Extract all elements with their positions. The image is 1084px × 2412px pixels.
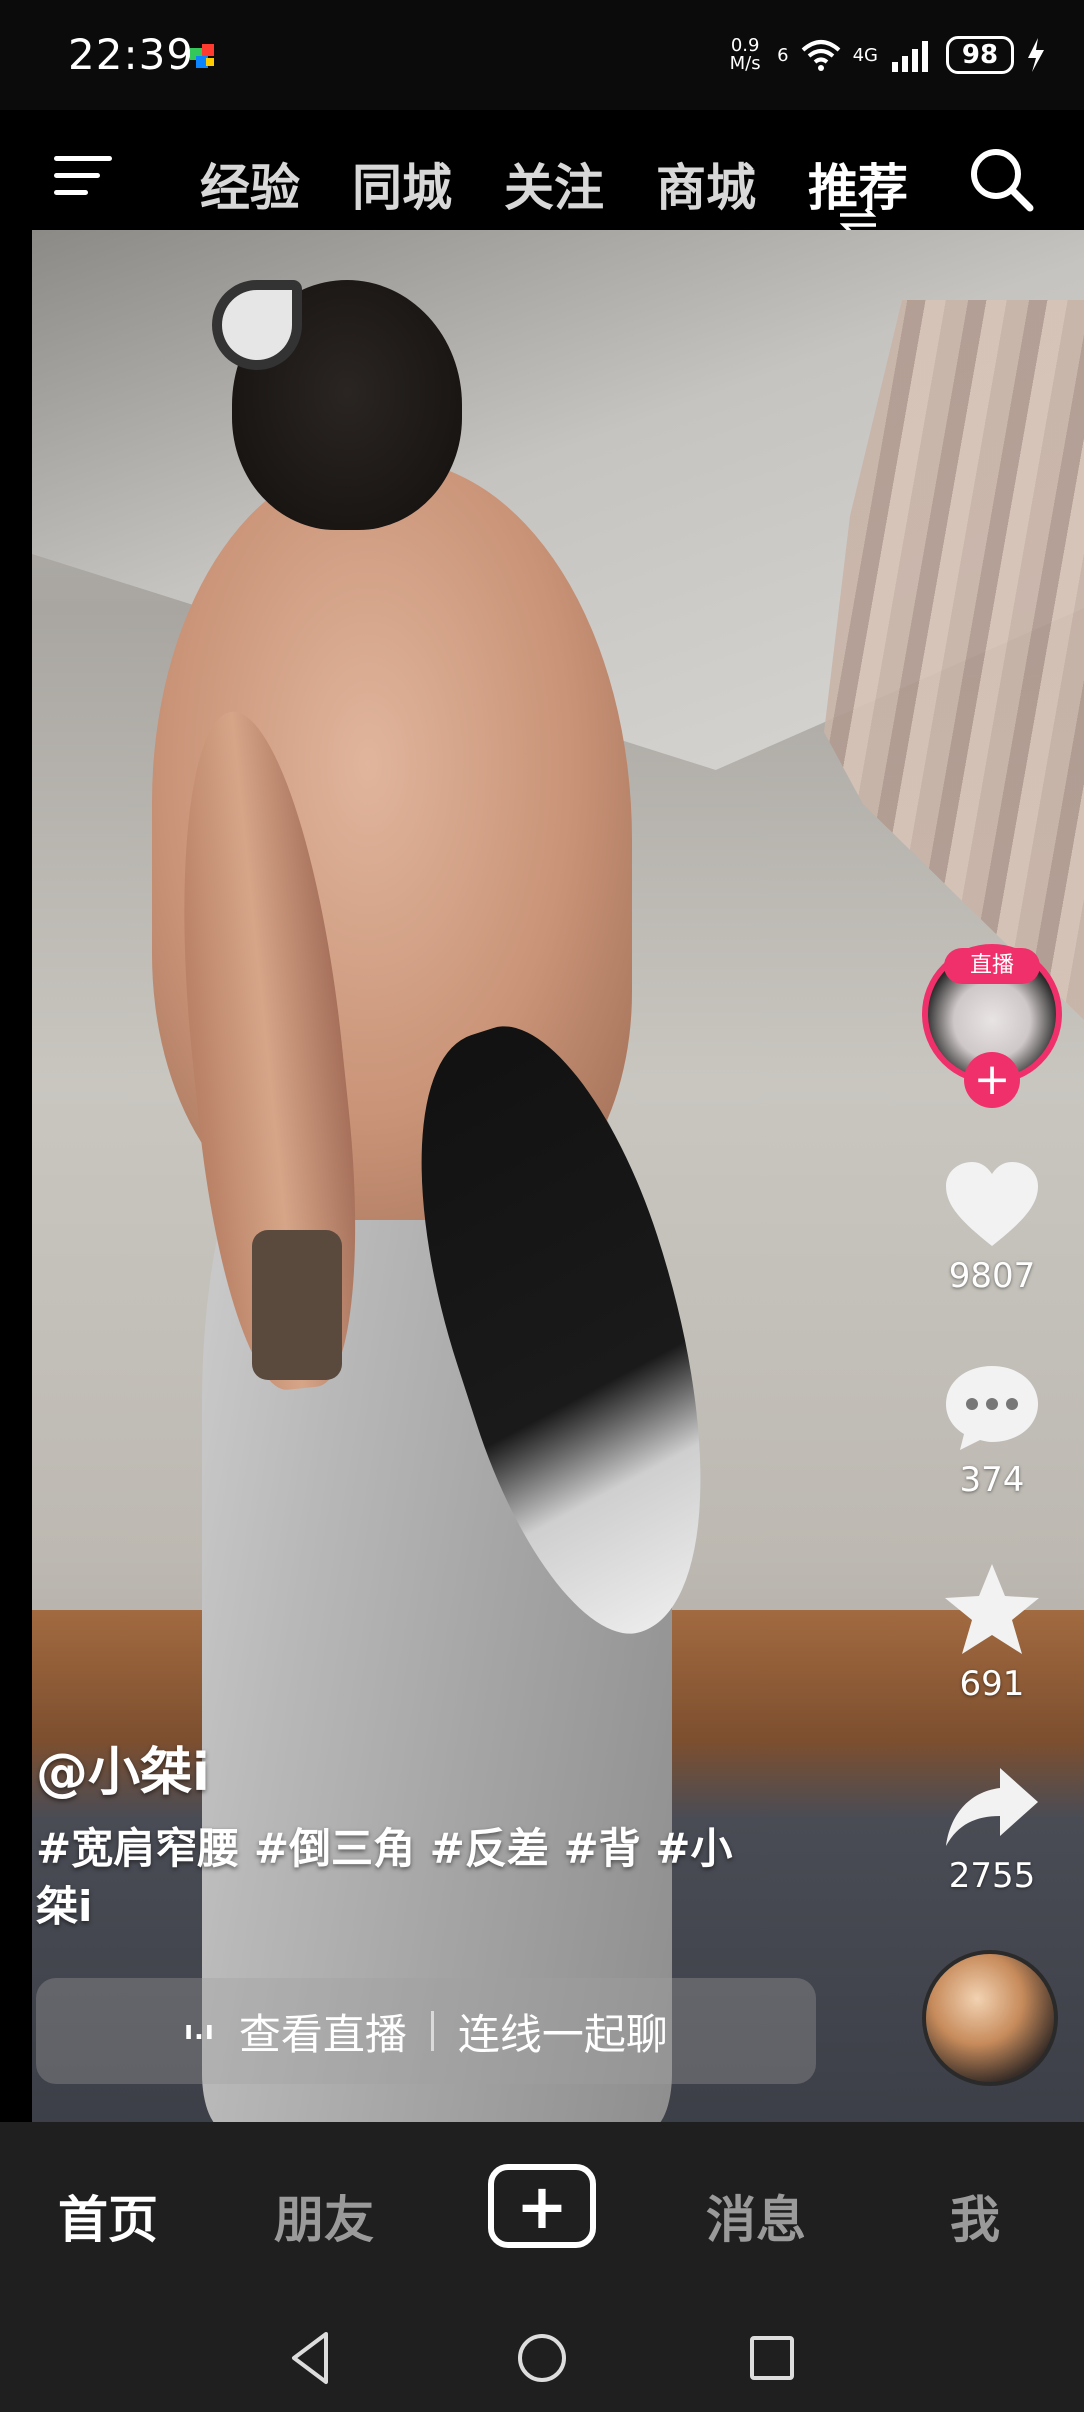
- cell-signal-icon: [892, 41, 928, 72]
- wifi-icon: [801, 40, 840, 71]
- heart-icon[interactable]: [942, 1160, 1042, 1250]
- video-caption[interactable]: #宽肩窄腰 #倒三角 #反差 #背 #小桀i: [36, 1820, 756, 1936]
- charging-icon: [1028, 38, 1044, 72]
- comment-action[interactable]: 374: [912, 1362, 1072, 1500]
- nav-me[interactable]: 我: [950, 2180, 1000, 2252]
- creator-avatar[interactable]: 直播 +: [922, 944, 1062, 1108]
- live-badge: 直播: [944, 948, 1040, 984]
- favorite-count: 691: [959, 1664, 1025, 1704]
- recents-icon[interactable]: [742, 2328, 802, 2388]
- battery-indicator: 98: [946, 36, 1014, 74]
- wifi-label: 6: [777, 44, 789, 66]
- cell-label: 4G: [852, 44, 878, 66]
- like-action[interactable]: 9807: [912, 1160, 1072, 1296]
- like-count: 9807: [948, 1256, 1036, 1296]
- back-icon[interactable]: [282, 2328, 342, 2388]
- share-action[interactable]: 2755: [912, 1764, 1072, 1896]
- view-live-link[interactable]: 查看直播: [239, 2001, 407, 2062]
- author-name[interactable]: @小桀i: [36, 1730, 210, 1805]
- nav-friends[interactable]: 朋友: [274, 2180, 374, 2252]
- connect-chat-link[interactable]: 连线一起聊: [458, 2001, 668, 2062]
- system-nav: [0, 2298, 1084, 2412]
- search-icon[interactable]: [966, 144, 1036, 214]
- home-icon[interactable]: [512, 2328, 572, 2388]
- live-bars-icon: ı.ı: [184, 2016, 215, 2046]
- nav-messages[interactable]: 消息: [706, 2180, 806, 2252]
- bottom-nav: 首页 朋友 + 消息 我: [0, 2122, 1084, 2298]
- share-icon[interactable]: [942, 1764, 1042, 1850]
- video-subject-phone: [252, 1230, 342, 1380]
- tab-mall[interactable]: 商城: [656, 148, 756, 220]
- follow-button[interactable]: +: [964, 1052, 1020, 1108]
- status-indicators: 0.9 M/s 6 4G 98: [725, 30, 1046, 80]
- share-count: 2755: [948, 1856, 1036, 1896]
- menu-icon[interactable]: [50, 150, 116, 202]
- net-speed: 0.9 M/s: [729, 35, 761, 74]
- favorite-action[interactable]: 691: [912, 1562, 1072, 1704]
- divider: [430, 2011, 434, 2051]
- video-edge: [0, 230, 32, 2122]
- comment-count: 374: [959, 1460, 1025, 1500]
- star-icon[interactable]: [942, 1562, 1042, 1658]
- create-button[interactable]: +: [488, 2164, 596, 2248]
- nav-home[interactable]: 首页: [58, 2180, 158, 2252]
- tab-following[interactable]: 关注: [504, 148, 604, 220]
- tab-experience[interactable]: 经验: [200, 148, 300, 220]
- status-bar: 22:39 0.9 M/s 6 4G 98: [0, 0, 1084, 110]
- music-disc-icon[interactable]: [922, 1950, 1058, 2086]
- live-entry-strip[interactable]: ı.ı 查看直播 连线一起聊: [36, 1978, 816, 2084]
- app-notification-icon: [190, 44, 214, 68]
- top-nav: 经验 同城 关注 商城 推荐: [0, 110, 1084, 233]
- tab-local[interactable]: 同城: [352, 148, 452, 220]
- comment-icon[interactable]: [942, 1362, 1042, 1454]
- status-time: 22:39: [68, 30, 195, 79]
- video-subject-ear: [212, 280, 302, 370]
